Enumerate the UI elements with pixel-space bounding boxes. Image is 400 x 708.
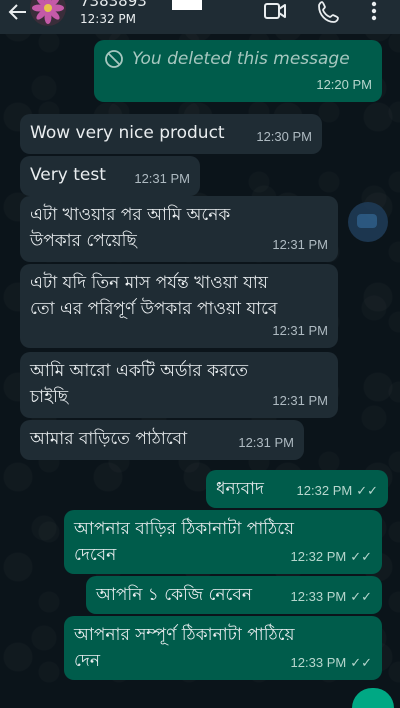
read-receipt-icon: ✓✓: [350, 655, 372, 670]
message-bubble-incoming[interactable]: আমার বাড়িতে পাঠাবো 12:31 PM: [20, 420, 304, 460]
read-receipt-icon: ✓✓: [356, 483, 378, 498]
chat-head-icon: [357, 214, 377, 228]
message-time-text: 12:33 PM: [290, 655, 347, 670]
contact-name-text: 7383893: [80, 0, 147, 10]
message-time: 12:30 PM: [256, 129, 312, 144]
floating-bubble-button[interactable]: [348, 202, 388, 242]
message-time: 12:33 PM ✓✓: [291, 650, 372, 676]
message-bubble-incoming[interactable]: আমি আরো একটি অর্ডার করতে চাইছি 12:31 PM: [20, 352, 338, 418]
message-bubble-incoming[interactable]: Wow very nice product 12:30 PM: [20, 114, 322, 154]
message-text: আমার বাড়িতে পাঠাবো: [30, 429, 188, 449]
message-text: আপনি ১ কেজি নেবেন: [96, 585, 252, 605]
back-arrow-icon[interactable]: [6, 0, 30, 24]
more-options-icon[interactable]: [364, 0, 384, 24]
message-bubble-outgoing[interactable]: ধন্যবাদ 12:32 PM ✓✓: [206, 470, 388, 508]
message-bubble-incoming[interactable]: এটা খাওয়ার পর আমি অনেক উপকার পেয়েছি 12…: [20, 196, 338, 262]
message-time: 12:32 PM ✓✓: [291, 544, 372, 570]
message-time: 12:31 PM: [272, 237, 328, 252]
message-time: 12:31 PM: [272, 393, 328, 408]
message-time: 12:20 PM: [316, 77, 372, 92]
chat-header: 7383893 12:32 PM: [0, 0, 400, 34]
message-time: 12:33 PM ✓✓: [291, 584, 372, 610]
message-bubble-incoming[interactable]: Very test 12:31 PM: [20, 156, 200, 196]
message-time-text: 12:32 PM: [296, 483, 353, 498]
last-seen-status: 12:32 PM: [80, 12, 136, 26]
message-time: 12:31 PM: [272, 323, 328, 338]
message-time: 12:31 PM: [134, 171, 190, 186]
message-text: Wow very nice product: [30, 123, 225, 143]
message-bubble-outgoing[interactable]: আপনি ১ কেজি নেবেন 12:33 PM ✓✓: [86, 576, 382, 614]
deleted-ban-icon: [105, 50, 123, 68]
message-bubble-outgoing[interactable]: You deleted this message 12:20 PM: [94, 40, 382, 102]
message-text: Very test: [30, 165, 106, 185]
message-text: You deleted this message: [132, 49, 350, 69]
message-line: আমি আরো একটি অর্ডার করতে: [30, 361, 248, 381]
video-call-icon[interactable]: [262, 0, 288, 24]
message-bubble-outgoing[interactable]: আপনার বাড়ির ঠিকানাটা পাঠিয়ে দেবেন 12:3…: [64, 510, 382, 574]
read-receipt-icon: ✓✓: [350, 589, 372, 604]
message-text: ধন্যবাদ: [216, 479, 264, 499]
deleted-message: You deleted this message: [104, 46, 372, 72]
redaction-mask: [172, 0, 202, 10]
message-bubble-incoming[interactable]: এটা যদি তিন মাস পর্যন্ত খাওয়া যায় তো এ…: [20, 264, 338, 348]
message-time: 12:32 PM ✓✓: [297, 478, 378, 504]
message-line: আপনার বাড়ির ঠিকানাটা পাঠিয়ে: [74, 519, 295, 539]
message-time: 12:31 PM: [238, 435, 294, 450]
message-time-text: 12:33 PM: [290, 589, 347, 604]
voice-call-icon[interactable]: [316, 0, 342, 24]
message-bubble-outgoing[interactable]: আপনার সম্পূর্ণ ঠিকানাটা পাঠিয়ে দেন 12:3…: [64, 616, 382, 680]
read-receipt-icon: ✓✓: [350, 549, 372, 564]
avatar[interactable]: [30, 0, 66, 26]
message-list[interactable]: You deleted this message 12:20 PM Wow ve…: [0, 34, 400, 700]
flower-avatar-icon: [30, 0, 66, 26]
message-line: এটা যদি তিন মাস পর্যন্ত খাওয়া যায়: [30, 273, 268, 293]
message-line: এটা খাওয়ার পর আমি অনেক: [30, 205, 231, 225]
contact-name[interactable]: 7383893: [80, 0, 230, 10]
message-time-text: 12:32 PM: [290, 549, 347, 564]
message-line: আপনার সম্পূর্ণ ঠিকানাটা পাঠিয়ে: [74, 625, 295, 645]
